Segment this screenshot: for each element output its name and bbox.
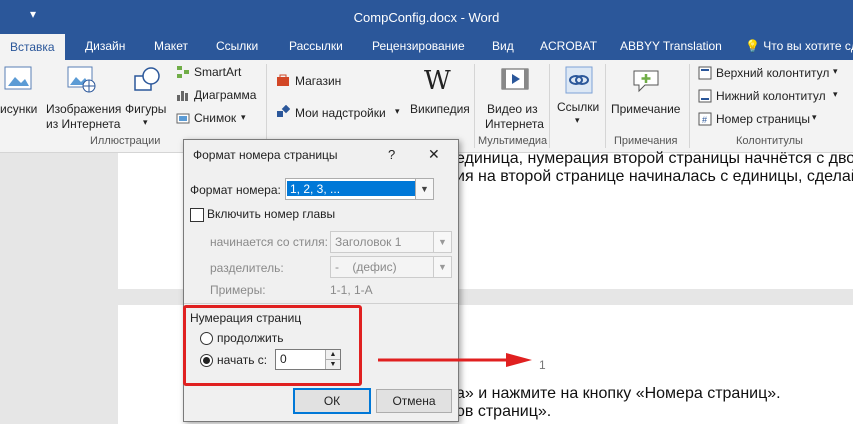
ribbon-tabs: Вставка Дизайн Макет Ссылки Рассылки Рец… bbox=[0, 34, 853, 60]
online-video-label-1[interactable]: Видео из bbox=[487, 102, 538, 116]
links-icon[interactable] bbox=[565, 66, 593, 94]
cancel-button[interactable]: Отмена bbox=[376, 389, 452, 413]
ok-button[interactable]: ОК bbox=[293, 388, 371, 414]
screenshot-button[interactable]: Снимок bbox=[194, 111, 236, 125]
ribbon-separator bbox=[474, 64, 475, 148]
document-text-line-4: ов страниц». bbox=[456, 403, 552, 420]
wikipedia-button[interactable]: Википедия bbox=[410, 102, 470, 116]
divider bbox=[184, 303, 458, 304]
shapes-button[interactable]: Фигуры bbox=[125, 102, 166, 116]
separator-select[interactable]: - (дефис) ▼ bbox=[330, 256, 452, 278]
links-button[interactable]: Ссылки bbox=[557, 100, 599, 114]
window-title: CompConfig.docx - Word bbox=[353, 10, 500, 25]
online-pictures-icon[interactable] bbox=[67, 66, 97, 94]
shapes-dropdown-icon[interactable]: ▾ bbox=[143, 117, 148, 128]
include-chapter-checkbox[interactable] bbox=[190, 208, 204, 222]
smartart-icon[interactable] bbox=[176, 65, 190, 79]
pictures-button[interactable]: исунки bbox=[0, 102, 37, 116]
illustrations-group-label: Иллюстрации bbox=[90, 135, 161, 147]
ribbon-separator bbox=[549, 64, 550, 148]
examples-value: 1-1, 1-А bbox=[330, 283, 373, 297]
dialog-title: Формат номера страницы bbox=[193, 148, 338, 162]
store-button[interactable]: Магазин bbox=[295, 74, 341, 88]
help-button[interactable]: ? bbox=[388, 147, 395, 162]
my-addins-dropdown-icon[interactable]: ▾ bbox=[395, 106, 400, 117]
separator-label: разделитель: bbox=[210, 261, 284, 275]
tell-me-text: Что вы хотите сд bbox=[763, 39, 853, 53]
header-button[interactable]: Верхний колонтитул bbox=[716, 66, 829, 80]
my-addins-button[interactable]: Мои надстройки bbox=[295, 106, 386, 120]
wikipedia-icon[interactable]: W bbox=[424, 66, 456, 96]
examples-label: Примеры: bbox=[210, 283, 266, 297]
page-number-button[interactable]: Номер страницы bbox=[716, 112, 810, 126]
document-text-line-2: ия на второй странице начиналась с едини… bbox=[456, 168, 853, 185]
close-button[interactable]: ✕ bbox=[428, 146, 440, 163]
chart-icon[interactable] bbox=[176, 88, 190, 102]
include-chapter-label[interactable]: Включить номер главы bbox=[207, 207, 335, 221]
highlight-box bbox=[183, 305, 362, 386]
page-number-icon[interactable]: # bbox=[698, 112, 712, 126]
page-number-dropdown-icon[interactable]: ▾ bbox=[812, 112, 817, 123]
tab-review[interactable]: Рецензирование bbox=[372, 39, 465, 53]
ribbon-separator bbox=[689, 64, 690, 148]
new-comment-icon[interactable] bbox=[631, 66, 661, 94]
chapter-style-select[interactable]: Заголовок 1 ▼ bbox=[330, 231, 452, 253]
annotation-arrow bbox=[378, 353, 532, 367]
screenshot-icon[interactable] bbox=[176, 111, 190, 125]
footer-dropdown-icon[interactable]: ▾ bbox=[833, 89, 838, 100]
links-dropdown-icon[interactable]: ▾ bbox=[575, 115, 580, 126]
tab-design[interactable]: Дизайн bbox=[85, 39, 125, 53]
chevron-down-icon[interactable]: ▼ bbox=[433, 257, 451, 277]
chevron-down-icon[interactable]: ▼ bbox=[415, 179, 433, 199]
number-format-select[interactable]: 1, 2, 3, ... ▼ bbox=[285, 178, 434, 200]
tab-mailings[interactable]: Рассылки bbox=[289, 39, 343, 53]
tab-references[interactable]: Ссылки bbox=[216, 39, 258, 53]
my-addins-icon[interactable] bbox=[276, 104, 291, 119]
chapter-style-value: Заголовок 1 bbox=[335, 235, 402, 249]
header-icon[interactable] bbox=[698, 66, 712, 80]
new-comment-button[interactable]: Примечание bbox=[611, 102, 680, 116]
tab-insert[interactable]: Вставка bbox=[0, 34, 65, 60]
online-video-icon[interactable] bbox=[501, 66, 531, 94]
tell-me-box[interactable]: 💡 Что вы хотите сд bbox=[745, 39, 853, 53]
svg-text:#: # bbox=[702, 115, 707, 125]
footer-icon[interactable] bbox=[698, 89, 712, 103]
comments-group-label: Примечания bbox=[614, 135, 678, 147]
smartart-button[interactable]: SmartArt bbox=[194, 65, 241, 79]
chapter-style-label: начинается со стиля: bbox=[210, 235, 328, 249]
document-text-line-3: а» и нажмите на кнопку «Номера страниц». bbox=[456, 385, 781, 402]
tab-layout[interactable]: Макет bbox=[154, 39, 188, 53]
ribbon-separator bbox=[605, 64, 606, 148]
tab-view[interactable]: Вид bbox=[492, 39, 514, 53]
shapes-icon[interactable] bbox=[133, 66, 163, 94]
ribbon-separator bbox=[266, 64, 267, 148]
tab-abbyy[interactable]: ABBYY Translation bbox=[620, 39, 722, 53]
online-video-label-2[interactable]: Интернета bbox=[485, 117, 544, 131]
page-number-field: 1 bbox=[539, 358, 546, 372]
lightbulb-icon: 💡 bbox=[745, 39, 760, 53]
footer-button[interactable]: Нижний колонтитул bbox=[716, 89, 826, 103]
header-dropdown-icon[interactable]: ▾ bbox=[833, 66, 838, 77]
media-group-label: Мультимедиа bbox=[478, 135, 548, 147]
chart-button[interactable]: Диаграмма bbox=[194, 88, 256, 102]
online-pictures-label-1[interactable]: Изображения bbox=[46, 102, 121, 116]
store-icon[interactable] bbox=[276, 73, 290, 87]
online-pictures-label-2[interactable]: из Интернета bbox=[46, 117, 120, 131]
separator-value: - (дефис) bbox=[335, 260, 397, 274]
number-format-label: Формат номера: bbox=[190, 183, 281, 197]
pictures-icon[interactable] bbox=[4, 66, 32, 92]
chevron-down-icon[interactable]: ▼ bbox=[433, 232, 451, 252]
number-format-value: 1, 2, 3, ... bbox=[290, 182, 341, 196]
document-text-line-1: единица, нумерация второй страницы начнё… bbox=[456, 150, 853, 167]
header-footer-group-label: Колонтитулы bbox=[736, 135, 803, 147]
tab-acrobat[interactable]: ACROBAT bbox=[540, 39, 597, 53]
screenshot-dropdown-icon[interactable]: ▾ bbox=[241, 112, 246, 123]
title-bar: ▾ CompConfig.docx - Word bbox=[0, 0, 853, 34]
